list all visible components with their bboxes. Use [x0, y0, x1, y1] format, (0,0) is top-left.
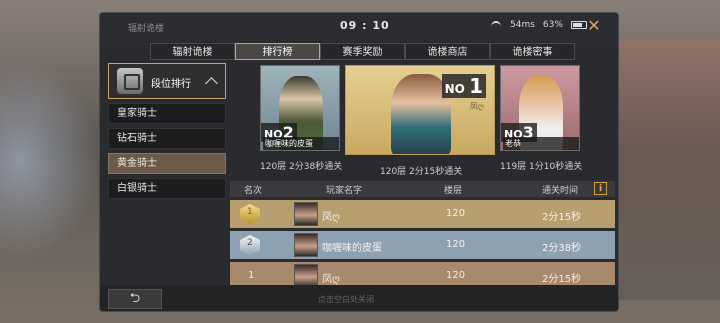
row-player-name: 凤ღ: [322, 212, 340, 223]
row-rank: 1: [247, 207, 253, 217]
tab-shop[interactable]: 诡楼商店: [405, 43, 490, 60]
tab-bar: 辐射诡楼 排行榜 赛季奖励 诡楼商店 诡楼密事: [150, 43, 575, 61]
close-hint: 点击空白处关闭: [318, 295, 374, 304]
podium-time-third: 119层 1分10秒通关: [500, 162, 583, 172]
rank-badge-icon: [117, 68, 143, 94]
row-rank: 2: [247, 238, 253, 248]
player-name-first: 凤ღ: [469, 102, 484, 111]
leaderboard-window: 辐射诡楼 09 : 10 54ms 63% ✕ 辐射诡楼 排行榜 赛季奖励 诡楼…: [99, 12, 619, 312]
row-floor: 120: [446, 239, 466, 250]
back-button[interactable]: ⮌: [108, 289, 162, 309]
podium-card-third[interactable]: NO3 老恭: [500, 65, 580, 151]
ranking-table: 名次 玩家名字 楼层 通关时间 i 1 凤ღ 120 2分15秒 2 咖喱味的皮…: [230, 181, 615, 290]
podium: NO2 咖喱味的皮蛋 NO 1 凤ღ NO3 老恭 120层 2分38秒通关 1…: [230, 63, 615, 183]
signal-latency: 54ms: [510, 20, 535, 30]
tab-secrets[interactable]: 诡楼密事: [490, 43, 575, 60]
wifi-icon: [490, 20, 502, 30]
chevron-up-icon: [205, 77, 218, 90]
sidebar-item-royal[interactable]: 皇家骑士: [108, 103, 226, 124]
status-bar: 54ms 63%: [490, 20, 587, 30]
header-rank: 名次: [244, 186, 263, 196]
window-title: 辐射诡楼: [128, 24, 165, 34]
row-floor: 120: [446, 208, 466, 219]
header-time: 通关时间: [542, 186, 579, 196]
sidebar-item-gold[interactable]: 黄金骑士: [108, 153, 226, 174]
avatar: [294, 202, 318, 226]
sidebar-item-silver[interactable]: 白银骑士: [108, 178, 226, 199]
background-glow: [0, 60, 100, 260]
rank-tag-first: NO 1: [441, 74, 486, 98]
row-player-name: 咖喱味的皮蛋: [322, 243, 382, 254]
row-time: 2分15秒: [542, 212, 582, 223]
table-row[interactable]: 1 凤ღ 120 2分15秒: [230, 200, 615, 228]
podium-card-first[interactable]: NO 1 凤ღ: [345, 65, 495, 155]
back-arrow-icon: ⮌: [129, 291, 141, 306]
bottom-bar: ⮌ 点击空白处关闭: [100, 285, 618, 311]
header-player: 玩家名字: [326, 186, 363, 196]
podium-time-first: 120层 2分15秒通关: [380, 167, 463, 177]
battery-level: 63%: [542, 20, 563, 30]
close-icon[interactable]: ✕: [586, 18, 602, 34]
top-bar: 辐射诡楼 09 : 10 54ms 63% ✕: [100, 13, 618, 41]
battery-icon: [570, 21, 587, 29]
row-player-name: 凤ღ: [322, 274, 340, 285]
table-header: 名次 玩家名字 楼层 通关时间 i: [230, 181, 615, 197]
podium-card-second[interactable]: NO2 咖喱味的皮蛋: [260, 65, 340, 151]
info-icon[interactable]: i: [594, 182, 607, 195]
rank-dropdown[interactable]: 段位排行: [108, 63, 226, 99]
rank-sidebar: 段位排行 皇家骑士 钻石骑士 黄金骑士 白银骑士: [108, 63, 226, 199]
avatar: [294, 233, 318, 257]
row-time: 2分38秒: [542, 243, 582, 254]
clock: 09 : 10: [340, 19, 390, 32]
tab-leaderboard[interactable]: 排行榜: [235, 43, 320, 60]
player-name-second: 咖喱味的皮蛋: [263, 137, 339, 150]
row-floor: 120: [446, 270, 466, 281]
rank-dropdown-label: 段位排行: [151, 79, 191, 90]
header-floor: 楼层: [444, 186, 463, 196]
tab-radiation-building[interactable]: 辐射诡楼: [150, 43, 235, 60]
background-right: [610, 40, 720, 300]
table-row[interactable]: 2 咖喱味的皮蛋 120 2分38秒: [230, 231, 615, 259]
player-name-third: 老恭: [503, 137, 579, 150]
row-rank: 1: [248, 270, 255, 281]
podium-time-second: 120层 2分38秒通关: [260, 162, 343, 172]
sidebar-item-diamond[interactable]: 钻石骑士: [108, 128, 226, 149]
row-time: 2分15秒: [542, 274, 582, 285]
tab-season-rewards[interactable]: 赛季奖励: [320, 43, 405, 60]
